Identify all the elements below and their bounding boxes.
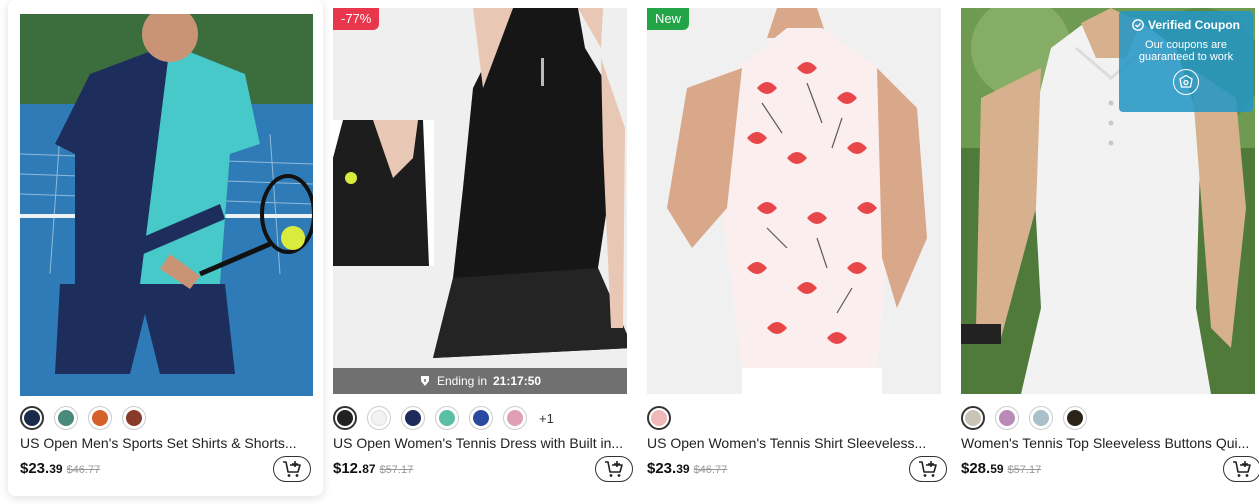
add-to-cart-button[interactable]	[1223, 456, 1259, 482]
product-card[interactable]: -77% Ending in 21:17:50 +1 US Open Women…	[333, 0, 637, 496]
add-to-cart-button[interactable]	[595, 456, 633, 482]
swatch-fill	[507, 410, 523, 426]
current-price: $23.39	[20, 460, 63, 477]
swatch-fill	[337, 410, 353, 426]
coupon-subtitle-line: Our coupons are	[1145, 39, 1227, 51]
color-swatch[interactable]	[54, 406, 78, 430]
current-price: $23.39	[647, 460, 690, 477]
more-colors[interactable]: +1	[539, 411, 554, 426]
original-price: $46.77	[66, 464, 101, 476]
current-price: $12.87	[333, 460, 376, 477]
swatch-fill	[92, 410, 108, 426]
original-price: $57.17	[379, 464, 414, 476]
color-swatch[interactable]	[1063, 406, 1087, 430]
coupon-title: Verified Coupon	[1147, 18, 1240, 32]
add-to-cart-button[interactable]	[273, 456, 311, 482]
color-swatch[interactable]	[503, 406, 527, 430]
color-swatch[interactable]	[995, 406, 1019, 430]
swatch-fill	[405, 410, 421, 426]
cart-add-icon	[605, 461, 623, 477]
color-swatch[interactable]	[647, 406, 671, 430]
price-row: $28.59 $57.17	[961, 460, 1041, 477]
countdown-bar: Ending in 21:17:50	[333, 368, 627, 394]
verified-coupon-banner[interactable]: Verified Coupon Our coupons are guarante…	[1119, 11, 1253, 112]
product-image[interactable]: New	[647, 8, 941, 394]
discount-badge: -77%	[333, 8, 380, 30]
swatch-fill	[1067, 410, 1083, 426]
color-swatch[interactable]	[333, 406, 357, 430]
check-circle-icon	[1132, 19, 1144, 31]
coupon-subtitle-line: guaranteed to work	[1138, 51, 1234, 63]
swatch-fill	[651, 410, 667, 426]
swatch-fill	[439, 410, 455, 426]
swatch-fill	[1033, 410, 1049, 426]
product-title[interactable]: US Open Women's Tennis Shirt Sleeveless.…	[647, 435, 943, 451]
color-swatch[interactable]	[435, 406, 459, 430]
add-to-cart-button[interactable]	[909, 456, 947, 482]
color-swatches	[20, 406, 146, 430]
product-card[interactable]: Verified Coupon Our coupons are guarante…	[961, 0, 1259, 496]
color-swatches: +1	[333, 406, 554, 430]
price-row: $23.39 $46.77	[647, 460, 727, 477]
swatch-fill	[126, 410, 142, 426]
new-badge: New	[647, 8, 690, 30]
countdown-label: Ending in	[436, 374, 487, 388]
product-card[interactable]: US Open Men's Sports Set Shirts & Shorts…	[8, 0, 323, 496]
price-row: $12.87 $57.17	[333, 460, 413, 477]
swatch-fill	[58, 410, 74, 426]
coupon-subtitle: Our coupons are guaranteed to work	[1119, 39, 1253, 63]
swatch-fill	[371, 410, 387, 426]
product-title[interactable]: Women's Tennis Top Sleeveless Buttons Qu…	[961, 435, 1257, 451]
original-price: $57.17	[1007, 464, 1042, 476]
cart-add-icon	[1233, 461, 1251, 477]
current-price: $28.59	[961, 460, 1004, 477]
coupon-title-row: Verified Coupon	[1119, 18, 1253, 32]
color-swatch[interactable]	[469, 406, 493, 430]
product-image[interactable]: Verified Coupon Our coupons are guarante…	[961, 8, 1255, 394]
cart-add-icon	[919, 461, 937, 477]
original-price: $46.77	[693, 464, 728, 476]
color-swatch[interactable]	[122, 406, 146, 430]
color-swatches	[961, 406, 1087, 430]
color-swatches	[647, 406, 671, 430]
swatch-fill	[473, 410, 489, 426]
product-card[interactable]: New US Open Women's Tennis Shirt Sleevel…	[647, 0, 951, 496]
color-swatch[interactable]	[367, 406, 391, 430]
color-swatch[interactable]	[961, 406, 985, 430]
product-image[interactable]: -77% Ending in 21:17:50	[333, 8, 627, 394]
price-row: $23.39 $46.77	[20, 460, 100, 477]
product-title[interactable]: US Open Women's Tennis Dress with Built …	[333, 435, 629, 451]
color-swatch[interactable]	[401, 406, 425, 430]
countdown-time: 21:17:50	[493, 374, 542, 388]
product-image[interactable]	[20, 14, 313, 396]
shield-icon	[1173, 69, 1199, 95]
color-swatch[interactable]	[88, 406, 112, 430]
color-swatch[interactable]	[1029, 406, 1053, 430]
clock-icon	[420, 376, 429, 386]
swatch-fill	[999, 410, 1015, 426]
cart-add-icon	[283, 461, 301, 477]
color-swatch[interactable]	[20, 406, 44, 430]
swatch-fill	[965, 410, 981, 426]
product-title[interactable]: US Open Men's Sports Set Shirts & Shorts…	[20, 435, 306, 451]
swatch-fill	[24, 410, 40, 426]
